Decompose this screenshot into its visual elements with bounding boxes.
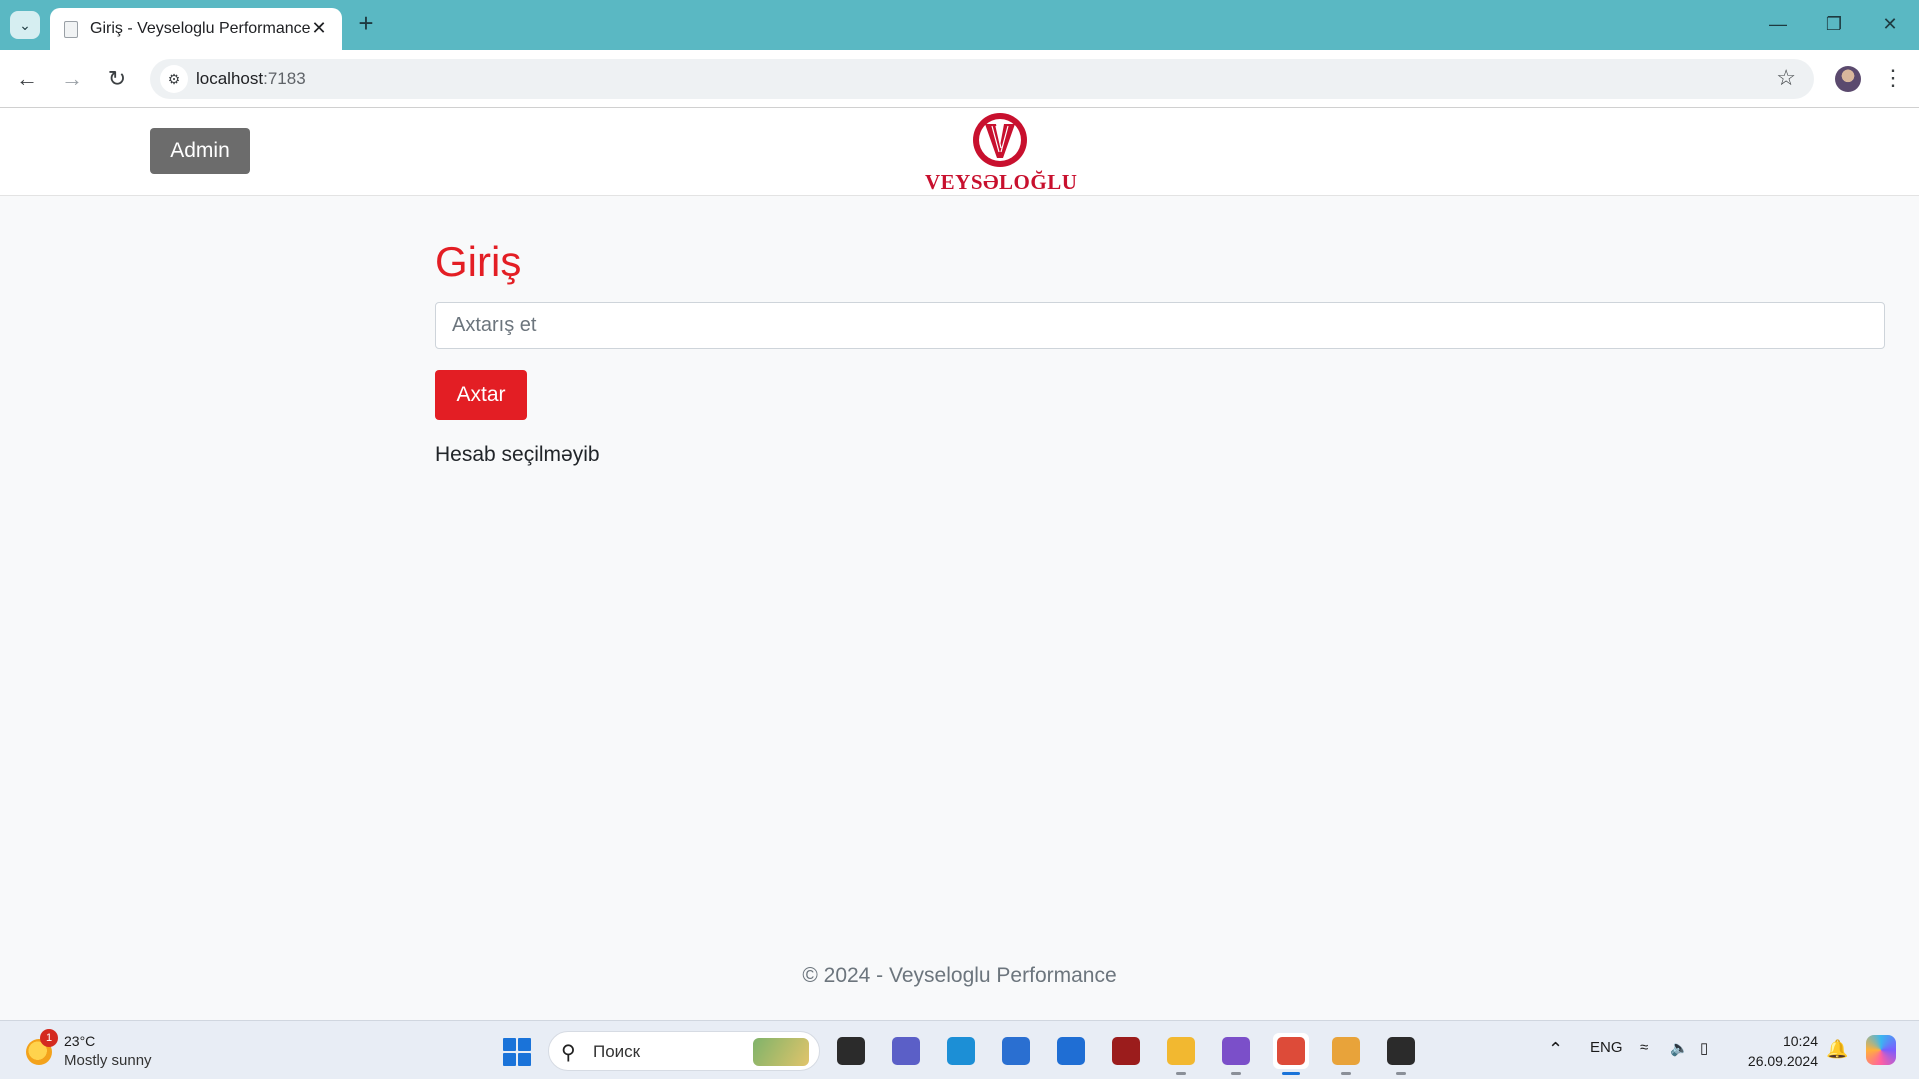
weather-condition: Mostly sunny [64,1052,152,1069]
file-explorer-icon[interactable] [1163,1033,1199,1075]
taskbar-search[interactable]: ⚲ Поиск [548,1031,820,1071]
running-indicator [1231,1072,1241,1075]
browser-tab-active[interactable]: Giriş - Veyseloglu Performance ✕ [50,8,342,50]
weather-widget[interactable]: 1 23°C Mostly sunny [26,1029,176,1073]
taskbar-clock[interactable]: 10:24 26.09.2024 [1738,1031,1818,1071]
close-tab-icon[interactable]: ✕ [308,17,330,39]
battery-icon[interactable]: ▯ [1700,1039,1708,1057]
store-glyph [1002,1037,1030,1065]
terminal-icon[interactable] [1383,1033,1419,1075]
search-highlight-image [753,1038,809,1066]
admin-button[interactable]: Admin [150,128,250,174]
search-button[interactable]: Axtar [435,370,527,420]
chrome-icon[interactable] [1273,1033,1309,1075]
task-view-glyph [837,1037,865,1065]
task-view-icon[interactable] [833,1033,869,1069]
running-indicator [1176,1072,1186,1075]
account-status-text: Hesab seçilməyib [435,443,600,466]
back-arrow-icon[interactable]: ← [12,64,42,94]
tab-title: Giriş - Veyseloglu Performance [90,20,311,37]
search-icon: ⚲ [561,1042,576,1064]
mail-icon[interactable] [1053,1033,1089,1069]
weather-temperature: 23°C [64,1033,96,1049]
restore-window-button[interactable]: ❐ [1814,8,1854,40]
visual-studio-icon[interactable] [1218,1033,1254,1075]
logo-wordmark: VEYSƏLOĞLU [925,170,1078,194]
volume-icon[interactable]: 🔈 [1670,1039,1689,1057]
reload-icon[interactable]: ↻ [102,64,132,94]
browser-tabbar: ⌄ Giriş - Veyseloglu Performance ✕ + — ❐… [0,0,1919,50]
store-icon[interactable] [998,1033,1034,1069]
tools-glyph [1332,1037,1360,1065]
forward-arrow-icon[interactable]: → [57,64,87,94]
profile-avatar[interactable] [1835,66,1861,92]
logo-v-mark-icon [973,113,1027,167]
chevron-up-icon[interactable]: ⌃ [1548,1039,1563,1060]
teams-icon[interactable] [888,1033,924,1069]
weather-badge: 1 [40,1029,58,1047]
bookmark-star-icon[interactable]: ☆ [1776,65,1796,91]
running-indicator [1396,1072,1406,1075]
dbeaver-icon[interactable] [1108,1033,1144,1069]
url-host: localhost [196,69,264,88]
page-title: Giriş [435,238,522,285]
new-tab-button[interactable]: + [352,10,380,38]
mail-glyph [1057,1037,1085,1065]
notification-bell-icon[interactable]: 🔔 [1826,1039,1848,1060]
search-input[interactable] [435,302,1885,349]
page-footer: © 2024 - Veyseloglu Performance [802,964,1117,987]
windows-start-icon[interactable] [503,1038,531,1066]
minimize-window-button[interactable]: — [1758,8,1798,40]
address-url: localhost:7183 [196,69,306,89]
language-indicator[interactable]: ENG [1590,1039,1623,1056]
dbeaver-glyph [1112,1037,1140,1065]
browser-toolbar: ← → ↻ ⚙ localhost:7183 ☆ ⋮ [0,50,1919,108]
site-header: Admin VEYSƏLOĞLU [0,108,1919,196]
running-indicator [1282,1072,1300,1075]
visual-studio-glyph [1222,1037,1250,1065]
terminal-glyph [1387,1037,1415,1065]
file-explorer-glyph [1167,1037,1195,1065]
teams-glyph [892,1037,920,1065]
veyseloglu-logo[interactable]: VEYSƏLOĞLU [925,110,1078,194]
chrome-glyph [1277,1037,1305,1065]
edge-glyph [947,1037,975,1065]
copilot-icon[interactable] [1866,1035,1896,1065]
windows-taskbar: 1 23°C Mostly sunny ⚲ Поиск ⌃ ENG ≈ 🔈 ▯ … [0,1020,1919,1079]
browser-menu-icon[interactable]: ⋮ [1882,64,1904,92]
chevron-down-icon: ⌄ [19,16,31,33]
close-window-button[interactable]: ✕ [1870,8,1910,40]
wifi-icon[interactable]: ≈ [1640,1039,1648,1056]
site-info-icon[interactable]: ⚙ [160,65,188,93]
url-port: :7183 [263,69,306,88]
address-bar[interactable]: ⚙ localhost:7183 ☆ [150,59,1814,99]
clock-date: 26.09.2024 [1747,1053,1818,1069]
running-indicator [1341,1072,1351,1075]
tab-search-button[interactable]: ⌄ [10,11,40,39]
taskbar-search-placeholder: Поиск [593,1042,641,1061]
clock-time: 10:24 [1782,1033,1818,1049]
tools-icon[interactable] [1328,1033,1364,1075]
page-favicon-icon [64,21,78,38]
edge-icon[interactable] [943,1033,979,1069]
